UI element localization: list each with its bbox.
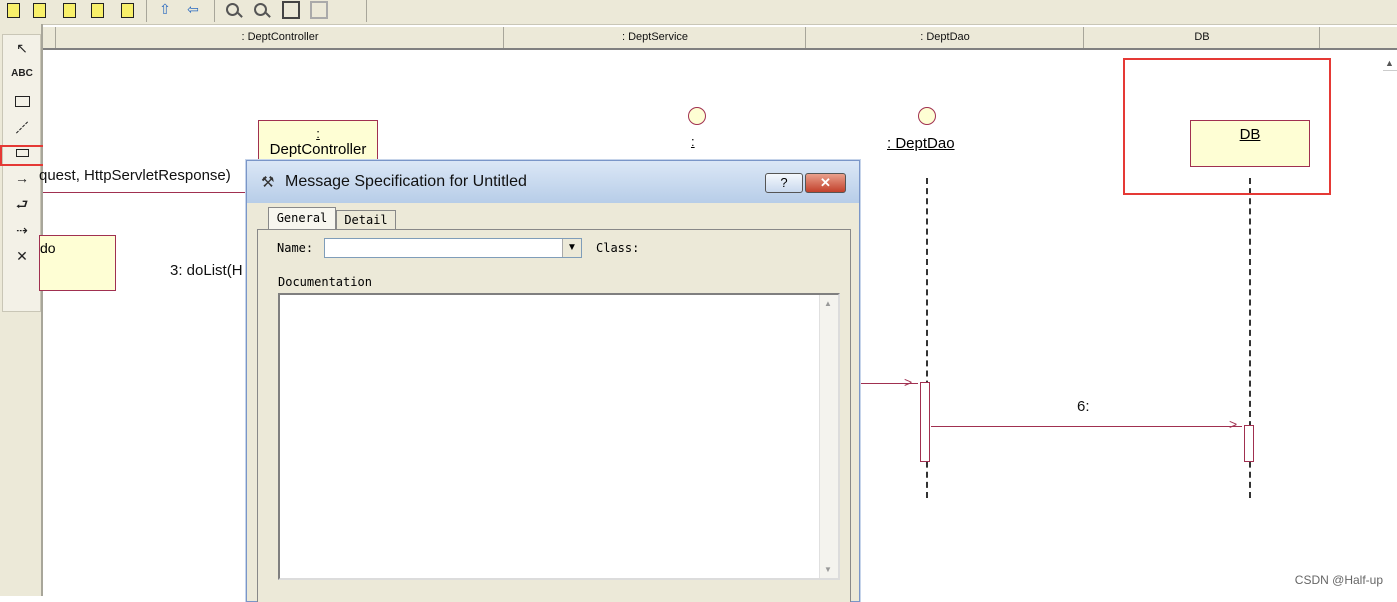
new-file-icon (7, 3, 20, 18)
message-dolist-label[interactable]: 3: doList(H (170, 262, 243, 279)
back-button[interactable]: ⇦ (184, 1, 202, 19)
object-deptdao-label[interactable]: : DeptDao (887, 135, 955, 152)
note-icon (14, 95, 30, 107)
open-file-icon (33, 3, 46, 18)
note-tool[interactable] (7, 89, 37, 111)
copy-button[interactable] (118, 1, 136, 19)
destruction-marker-tool[interactable]: ✕ (7, 245, 37, 267)
name-label: Name: (277, 241, 314, 255)
open-file-button[interactable] (30, 1, 48, 19)
tool-palette: ↖ ABC → ⮐ ⇢ ✕ (0, 24, 43, 596)
close-button[interactable]: ✕ (805, 173, 846, 193)
save-icon (63, 3, 76, 18)
message-specification-dialog: ⚒ Message Specification for Untitled ? ✕… (246, 160, 860, 602)
note-box[interactable]: do (39, 235, 116, 291)
zoom-out-icon (254, 3, 267, 16)
scroll-down-icon[interactable]: ▼ (824, 565, 832, 574)
palette-highlight-box (0, 145, 47, 166)
selection-tool[interactable]: ↖ (7, 37, 37, 59)
db-activation-bar[interactable] (1244, 425, 1254, 462)
arrow-up-icon: ⇧ (159, 1, 171, 17)
message-to-self-tool[interactable]: ⮐ (7, 193, 37, 215)
object-deptservice-label[interactable]: : (691, 134, 695, 149)
new-file-button[interactable] (4, 1, 22, 19)
text-abc-icon: ABC (11, 68, 33, 79)
message-arrowhead-icon: > (1229, 416, 1238, 432)
main-toolbar: ⇧ ⇦ (0, 0, 1397, 25)
browse-up-button[interactable]: ⇧ (156, 1, 174, 19)
return-arrow-icon: ⮐ (15, 196, 29, 212)
message-arrowhead-icon: > (904, 374, 913, 390)
message-six-label[interactable]: 6: (1077, 398, 1090, 415)
save-button[interactable] (60, 1, 78, 19)
arrow-right-icon: → (15, 170, 29, 186)
zoom-in-icon (226, 3, 239, 16)
arrow-left-icon: ⇦ (187, 1, 199, 17)
toolbar-separator (214, 0, 215, 22)
column-header-deptdao[interactable]: : DeptDao (805, 27, 1084, 48)
deptdao-activation-bar[interactable] (920, 382, 930, 462)
zoom-in-button[interactable] (224, 1, 242, 19)
documentation-scrollbar[interactable]: ▲ ▼ (819, 295, 838, 578)
object-deptcontroller-label: DeptController (269, 141, 367, 158)
text-tool[interactable]: ABC (7, 63, 37, 85)
tab-panel-general: Name: ▼ Class: Documentation ▲ ▼ (257, 229, 851, 602)
anchor-note-tool[interactable] (7, 115, 37, 137)
message-request-label[interactable]: quest, HttpServletResponse) (39, 167, 231, 184)
note-text: do (40, 240, 56, 256)
dialog-title-bar[interactable]: ⚒ Message Specification for Untitled ? ✕ (247, 161, 859, 203)
undo-fit-button[interactable] (310, 1, 328, 19)
object-message-tool[interactable]: → (7, 167, 37, 189)
dashed-line-icon (15, 121, 29, 134)
cursor-arrow-icon: ↖ (16, 40, 28, 56)
scrollbar-track[interactable] (1383, 70, 1397, 71)
fit-window-button[interactable] (282, 1, 300, 19)
class-label: Class: (596, 241, 640, 255)
message-six-line[interactable] (931, 426, 1242, 427)
dashed-arrow-icon: ⇢ (16, 222, 28, 238)
print-icon (91, 3, 104, 18)
watermark-text: CSDN @Half-up (1294, 573, 1383, 587)
scroll-up-icon[interactable]: ▲ (824, 299, 832, 308)
scroll-up-icon[interactable]: ▲ (1385, 58, 1394, 68)
column-header-db[interactable]: DB (1083, 27, 1320, 48)
deptdao-control-icon[interactable] (918, 107, 936, 125)
name-combobox[interactable]: ▼ (324, 238, 582, 258)
toolbar-separator (366, 0, 367, 22)
dialog-title: Message Specification for Untitled (285, 173, 527, 190)
tab-general[interactable]: General (268, 207, 336, 230)
copy-icon (121, 3, 134, 18)
object-deptcontroller-colon: : (316, 126, 320, 141)
toolbar-separator (146, 0, 147, 22)
deptservice-control-icon[interactable] (688, 107, 706, 125)
documentation-label: Documentation (278, 275, 372, 289)
close-x-icon: ✕ (16, 248, 28, 264)
column-header-deptcontroller[interactable]: : DeptController (55, 27, 504, 48)
lifeline-header-bar: : DeptController : DeptService : DeptDao… (43, 27, 1397, 50)
db-highlight-box (1123, 58, 1331, 195)
documentation-textarea[interactable]: ▲ ▼ (278, 293, 840, 580)
message-request-line[interactable] (43, 192, 248, 193)
print-button[interactable] (88, 1, 106, 19)
chevron-down-icon[interactable]: ▼ (562, 239, 581, 257)
tool-palette-frame: ↖ ABC → ⮐ ⇢ ✕ (2, 34, 41, 312)
tool-wrench-icon: ⚒ (261, 174, 275, 191)
tab-detail[interactable]: Detail (336, 210, 396, 230)
close-icon: ✕ (820, 175, 831, 190)
column-header-deptservice[interactable]: : DeptService (503, 27, 806, 48)
return-message-tool[interactable]: ⇢ (7, 219, 37, 241)
column-header-empty (1319, 27, 1397, 48)
zoom-out-button[interactable] (252, 1, 270, 19)
help-button[interactable]: ? (765, 173, 803, 193)
